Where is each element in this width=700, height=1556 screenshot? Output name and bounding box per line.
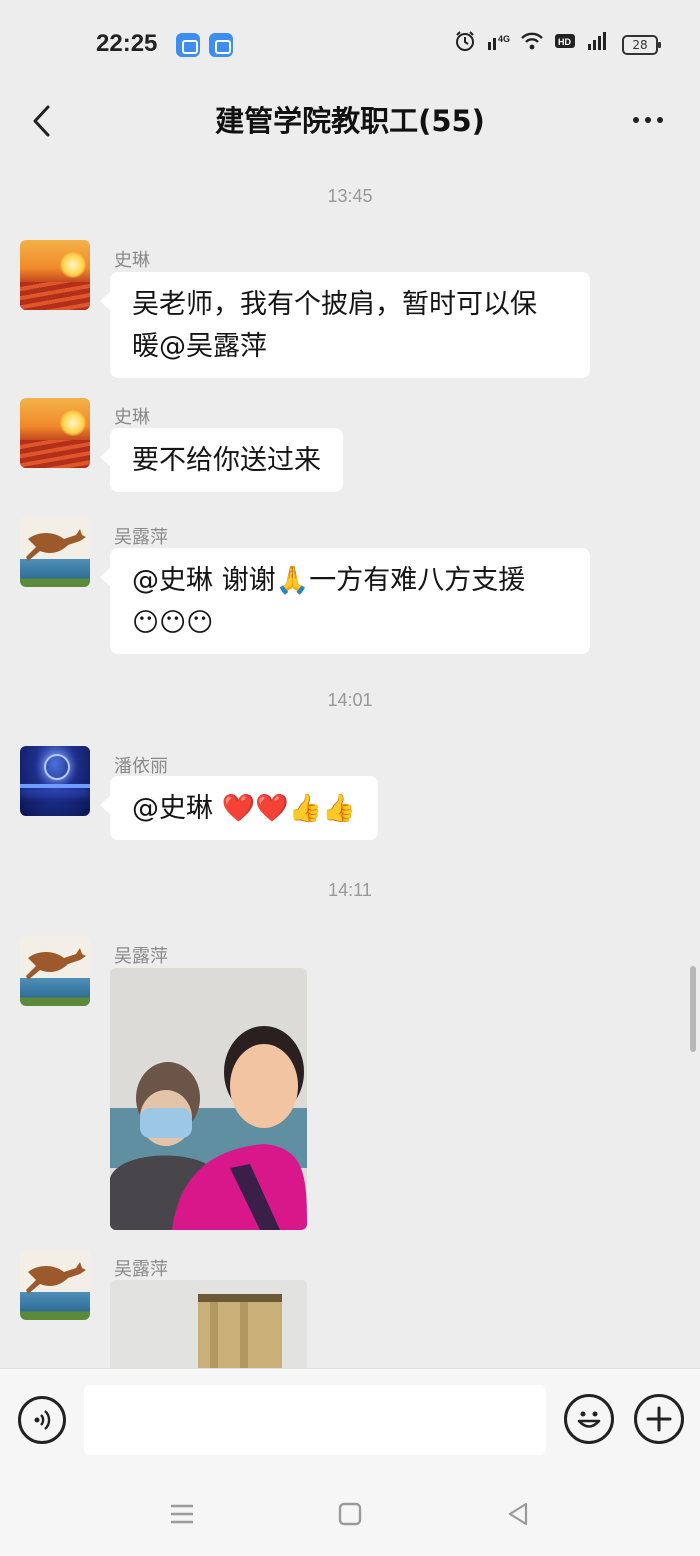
signal-hd-icon: 4G [486, 30, 510, 59]
cellular-icon [586, 30, 612, 59]
back-triangle-icon [508, 1502, 528, 1526]
sender-name: 潘依丽 [114, 756, 168, 777]
message-list[interactable]: 13:45 史琳 吴老师，我有个披肩，暂时可以保 暖@吴露萍 史琳 要不给你送过… [0, 154, 700, 1368]
avatar[interactable] [20, 517, 90, 587]
home-button[interactable] [330, 1494, 370, 1534]
back-nav-button[interactable] [498, 1494, 538, 1534]
image-message[interactable] [110, 968, 307, 1230]
menu-icon [171, 1504, 193, 1524]
scrollbar[interactable] [690, 966, 696, 1052]
timestamp-separator: 14:01 [327, 690, 373, 710]
message-text: 😶😶😶 [132, 608, 214, 638]
smiley-icon [577, 1411, 601, 1428]
wifi-icon [520, 30, 544, 59]
emoji-button[interactable] [564, 1394, 614, 1444]
sender-name: 吴露萍 [114, 527, 168, 548]
plus-icon [646, 1406, 672, 1432]
sender-name: 吴露萍 [114, 1259, 168, 1280]
sender-name: 史琳 [114, 407, 150, 428]
voice-icon [34, 1410, 51, 1430]
timestamp-separator: 14:11 [328, 880, 372, 900]
message-text: 要不给你送过来 [132, 445, 321, 476]
kangaroo-icon [26, 1262, 86, 1294]
chat-title: 建管学院教职工(55) [215, 104, 485, 138]
hd-icon: HD [554, 30, 576, 59]
message-text: @史琳 谢谢🙏一方有难八方支援 [132, 565, 526, 596]
system-nav-bar [0, 1470, 700, 1556]
avatar[interactable] [20, 746, 90, 816]
status-time: 22:25 [96, 30, 158, 57]
voice-button[interactable] [18, 1396, 66, 1444]
timestamp-separator: 13:45 [327, 186, 373, 206]
avatar[interactable] [20, 240, 90, 310]
message-bubble[interactable]: 要不给你送过来 [100, 428, 343, 492]
home-square-icon [338, 1502, 362, 1526]
photo-image [110, 968, 307, 1230]
avatar[interactable] [20, 398, 90, 468]
status-bar: 22:25 4G HD 28 [0, 0, 700, 88]
battery-indicator: 28 [622, 34, 661, 55]
status-icons: 4G HD 28 [454, 30, 661, 59]
avatar[interactable] [20, 936, 90, 1006]
more-button[interactable] [626, 100, 670, 140]
svg-text:HD: HD [558, 37, 571, 47]
more-actions-button[interactable] [634, 1394, 684, 1444]
svg-text:4G: 4G [498, 34, 510, 44]
notification-app-icon [209, 33, 233, 57]
avatar[interactable] [20, 1250, 90, 1320]
alarm-icon [454, 30, 476, 59]
photo-image [110, 1280, 307, 1368]
message-bubble[interactable]: @史琳 谢谢🙏一方有难八方支援 😶😶😶 [100, 548, 590, 654]
ellipsis-icon [633, 117, 639, 123]
message-input[interactable] [84, 1385, 546, 1455]
sender-name: 吴露萍 [114, 946, 168, 967]
image-message[interactable] [110, 1280, 307, 1368]
message-text: @史琳 ❤️❤️👍👍 [132, 793, 357, 824]
notification-app-icon [176, 33, 200, 57]
message-text: 吴老师，我有个披肩，暂时可以保 [132, 289, 537, 320]
message-text: 暖@吴露萍 [132, 331, 267, 362]
kangaroo-icon [26, 948, 86, 980]
message-bubble[interactable]: 吴老师，我有个披肩，暂时可以保 暖@吴露萍 [100, 272, 590, 378]
sender-name: 史琳 [114, 250, 150, 271]
menu-button[interactable] [162, 1494, 202, 1534]
kangaroo-icon [26, 529, 86, 561]
chat-header: 建管学院教职工(55) [0, 88, 700, 154]
input-bar [0, 1368, 700, 1470]
message-bubble[interactable]: @史琳 ❤️❤️👍👍 [99, 776, 379, 840]
